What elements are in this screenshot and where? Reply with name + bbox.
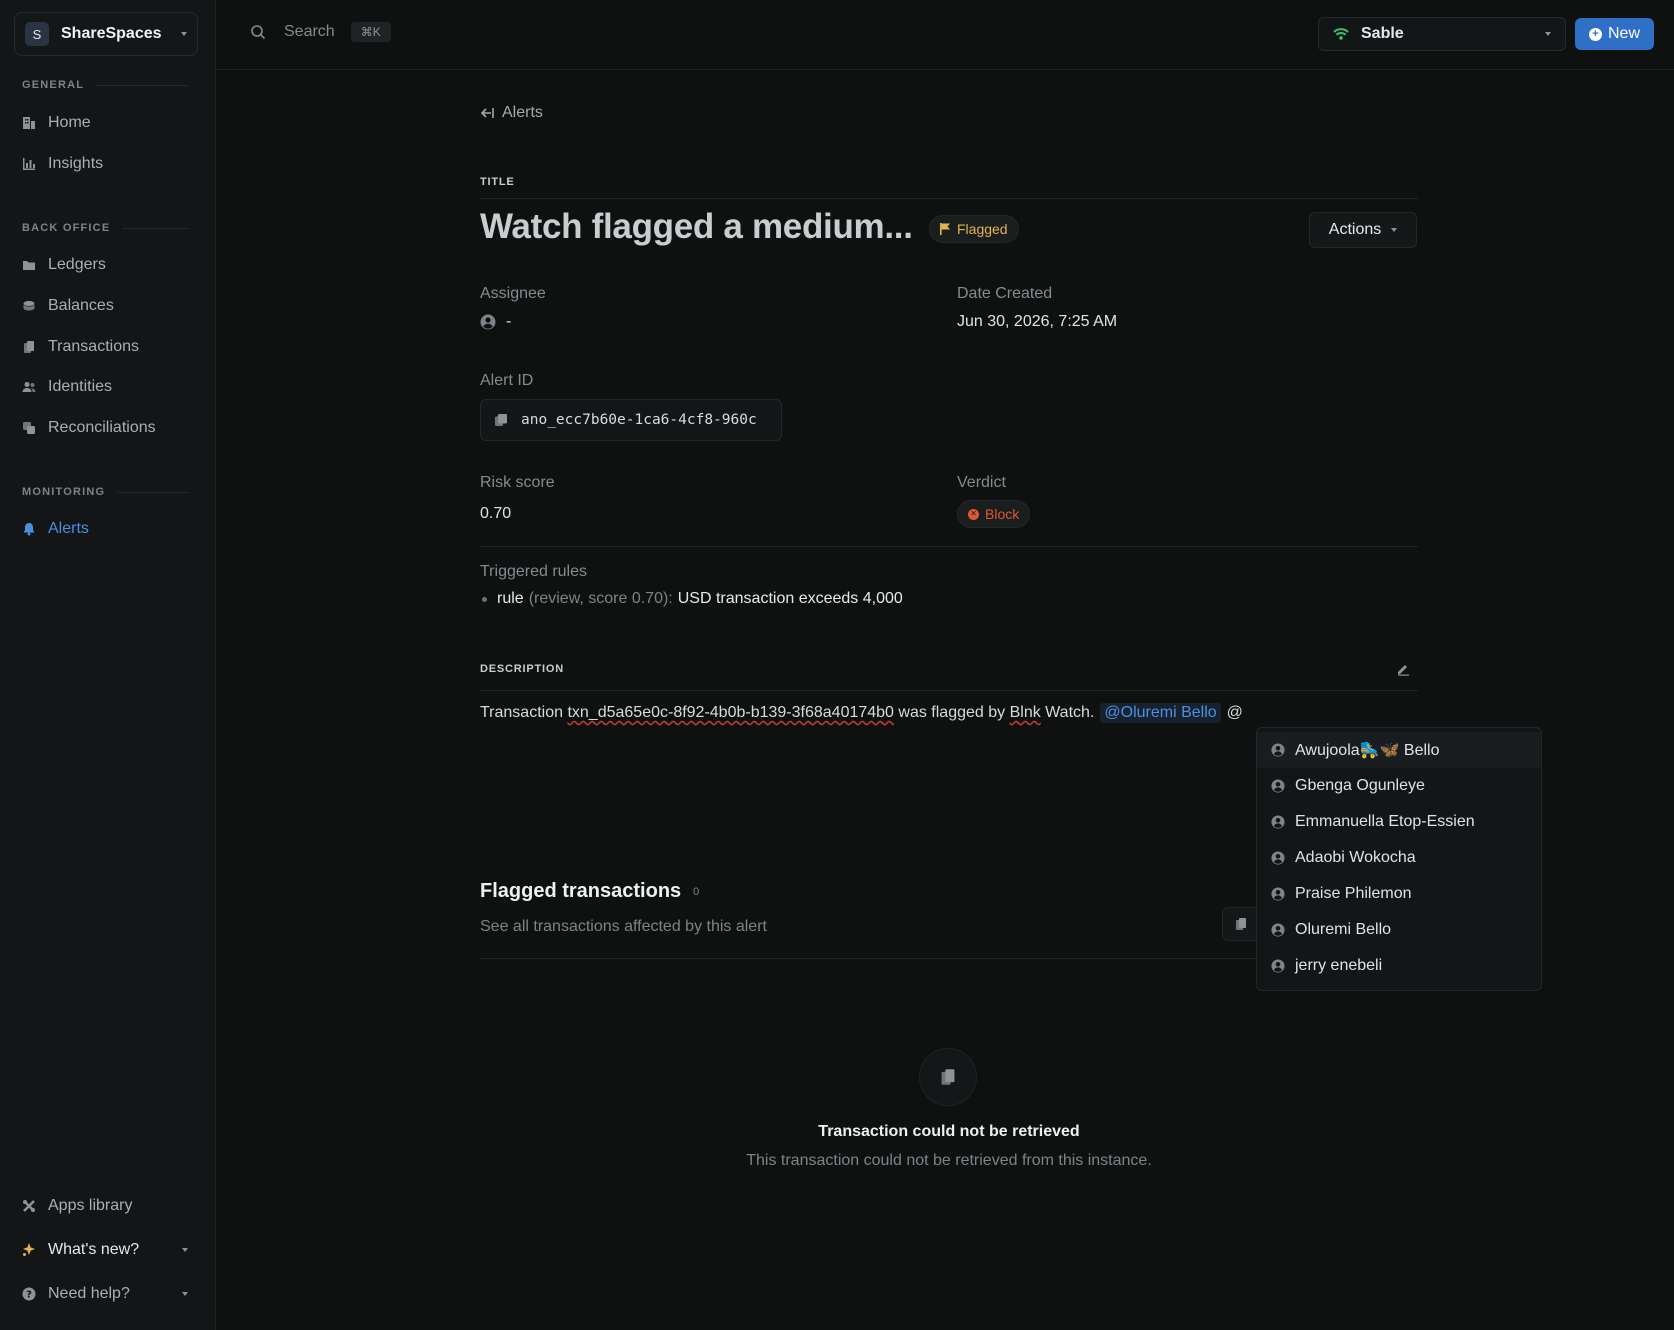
mention-option[interactable]: Emmanuella Etop-Essien	[1257, 804, 1541, 840]
arrow-back-icon	[480, 107, 494, 119]
folder-icon	[22, 258, 36, 272]
sidebar-item-home[interactable]: Home	[22, 111, 91, 135]
status-badge: Flagged	[929, 215, 1019, 243]
user-icon	[1271, 743, 1285, 757]
rules-label: Triggered rules	[480, 563, 588, 580]
description-editor[interactable]: Transaction txn_d5a65e0c-8f92-4b0b-b139-…	[480, 703, 1243, 723]
sidebar-item-ledgers[interactable]: Ledgers	[22, 253, 106, 277]
user-icon	[1271, 851, 1285, 865]
x-circle-icon: ✕	[968, 508, 979, 520]
sidebar-item-apps-library[interactable]: Apps library	[22, 1194, 188, 1218]
section-back-office: BACK OFFICE	[22, 222, 188, 234]
user-icon	[1271, 923, 1285, 937]
page-title: Watch flagged a medium...	[480, 207, 913, 246]
date-value: Jun 30, 2026, 7:25 AM	[957, 313, 1118, 330]
sidebar-item-identities[interactable]: Identities	[22, 375, 112, 399]
sidebar-item-transactions[interactable]: Transactions	[22, 335, 139, 359]
risk-value: 0.70	[480, 505, 512, 522]
environment-name: Sable	[1361, 25, 1404, 42]
puzzle-icon	[22, 1199, 36, 1213]
assignee-label: Assignee	[480, 285, 546, 302]
topbar: Search ⌘K Sable + New	[216, 0, 1674, 70]
chevron-down-icon	[182, 1292, 188, 1296]
count-badge: 0	[693, 885, 700, 898]
chevron-down-icon	[1545, 32, 1551, 36]
alert-id-value: ano_ecc7b60e-1ca6-4cf8-960c	[521, 412, 757, 428]
search-shortcut: ⌘K	[350, 22, 391, 42]
back-link[interactable]: Alerts	[480, 104, 543, 122]
empty-state-icon	[919, 1048, 977, 1106]
workspace-avatar: S	[25, 22, 49, 46]
mention-option[interactable]: Gbenga Ogunleye	[1257, 768, 1541, 804]
wifi-icon	[1333, 27, 1349, 41]
mention-option[interactable]: Oluremi Bello	[1257, 912, 1541, 948]
mention-dropdown: Awujoola🛼🦋 Bello Gbenga Ogunleye Emmanue…	[1256, 727, 1542, 991]
mention-trigger: @	[1226, 704, 1243, 721]
mention-tag[interactable]: @Oluremi Bello	[1100, 703, 1221, 723]
mention-option[interactable]: jerry enebeli	[1257, 948, 1541, 984]
user-icon	[480, 314, 496, 330]
plus-icon: +	[1588, 27, 1602, 41]
workspace-switcher[interactable]: S ShareSpaces	[14, 12, 198, 56]
section-monitoring: MONITORING	[22, 486, 188, 498]
sidebar: S ShareSpaces GENERAL Home Insights BACK…	[0, 0, 216, 1330]
user-icon	[1271, 887, 1285, 901]
pencil-icon[interactable]	[1396, 662, 1410, 676]
empty-state-title: Transaction could not be retrieved	[818, 1123, 1080, 1140]
chevron-down-icon	[181, 32, 187, 36]
verdict-badge: ✕ Block	[957, 500, 1031, 528]
sidebar-item-alerts[interactable]: Alerts	[22, 517, 89, 541]
alert-id-field[interactable]: ano_ecc7b60e-1ca6-4cf8-960c	[480, 399, 782, 441]
receipt-icon	[1236, 918, 1246, 930]
svg-text:?: ?	[26, 1290, 32, 1301]
assignee-value[interactable]: -	[480, 313, 511, 331]
verdict-label: Verdict	[957, 474, 1006, 491]
flagged-transactions-subtitle: See all transactions affected by this al…	[480, 918, 767, 935]
receipt-icon	[941, 1069, 955, 1085]
user-icon	[1271, 815, 1285, 829]
mention-option[interactable]: Praise Philemon	[1257, 876, 1541, 912]
mention-option[interactable]: Awujoola🛼🦋 Bello	[1257, 732, 1541, 768]
sidebar-item-whats-new[interactable]: What's new?	[22, 1238, 188, 1262]
bell-icon	[22, 522, 36, 536]
copy-icon[interactable]	[495, 414, 507, 426]
new-button[interactable]: + New	[1575, 18, 1654, 50]
user-icon	[1271, 779, 1285, 793]
flag-icon	[940, 223, 951, 235]
mention-option[interactable]: Adaobi Wokocha	[1257, 840, 1541, 876]
sidebar-item-reconciliations[interactable]: Reconciliations	[22, 416, 156, 440]
receipt-icon	[22, 340, 36, 354]
chevron-down-icon	[182, 1248, 188, 1252]
building-icon	[22, 116, 36, 130]
users-icon	[22, 380, 36, 394]
help-icon: ?	[22, 1287, 36, 1301]
sidebar-item-balances[interactable]: Balances	[22, 294, 114, 318]
copy-button[interactable]	[1222, 907, 1260, 941]
bar-chart-icon	[22, 157, 36, 171]
date-label: Date Created	[957, 285, 1053, 302]
list-item: rule (review, score 0.70): USD transacti…	[480, 590, 903, 608]
copy-icon	[22, 421, 36, 435]
chevron-down-icon	[1391, 228, 1398, 232]
sparkle-icon	[22, 1243, 36, 1257]
search-placeholder: Search	[284, 23, 335, 40]
workspace-name: ShareSpaces	[61, 25, 162, 42]
description-caption: DESCRIPTION	[480, 663, 564, 675]
actions-button[interactable]: Actions	[1309, 212, 1417, 248]
empty-state-subtitle: This transaction could not be retrieved …	[746, 1152, 1152, 1169]
risk-label: Risk score	[480, 474, 555, 491]
search-bar[interactable]: Search ⌘K	[250, 22, 391, 42]
sidebar-item-need-help[interactable]: ? Need help?	[22, 1282, 188, 1306]
environment-select[interactable]: Sable	[1318, 17, 1566, 51]
search-icon	[250, 24, 266, 40]
alert-id-label: Alert ID	[480, 372, 534, 389]
section-general: GENERAL	[22, 79, 188, 91]
sidebar-item-insights[interactable]: Insights	[22, 152, 103, 176]
flagged-transactions-title: Flagged transactions 0	[480, 880, 700, 902]
title-caption: TITLE	[480, 176, 515, 188]
user-icon	[1271, 959, 1285, 973]
coins-icon	[22, 299, 36, 313]
transaction-id: txn_d5a65e0c-8f92-4b0b-b139-3f68a40174b0	[567, 704, 894, 721]
